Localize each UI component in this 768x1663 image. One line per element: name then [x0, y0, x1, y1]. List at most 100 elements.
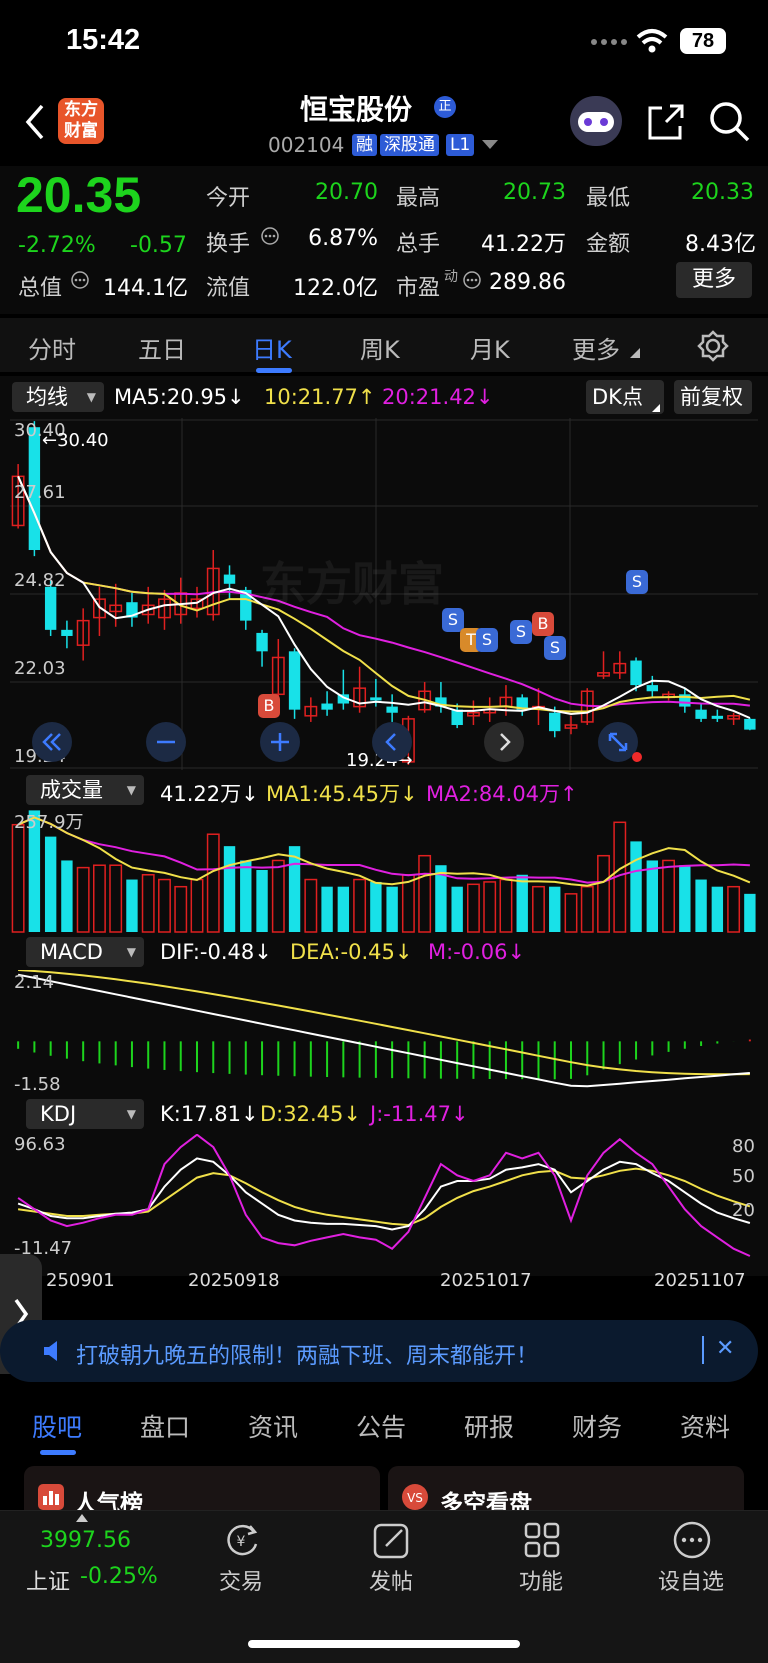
volume-bar [321, 886, 333, 932]
tab-intraday[interactable]: 分时 [28, 330, 76, 365]
stock-name: 恒宝股份 [300, 93, 413, 126]
subtab-forum[interactable]: 股吧 [32, 1408, 82, 1444]
index-value[interactable]: 3997.56 [40, 1528, 131, 1553]
more-button[interactable]: 更多 [676, 262, 752, 298]
vol-ma2-legend: MA2:84.04万↑ [426, 782, 578, 806]
ma-indicator-select[interactable]: 均线 ▼ [12, 382, 104, 412]
scroll-right-button[interactable] [484, 722, 524, 762]
subtab-finance[interactable]: 财务 [572, 1408, 622, 1444]
tab-more[interactable]: 更多 [572, 330, 620, 365]
nav-post[interactable]: 发帖 [346, 1564, 436, 1596]
banner-divider [702, 1336, 704, 1364]
nav-trade[interactable]: 交易 [196, 1564, 286, 1596]
volume-select-label: 成交量 [40, 778, 103, 802]
volume-bar [271, 859, 285, 933]
turnover-label: 换手 [206, 232, 251, 257]
banner-close-button[interactable]: ✕ [716, 1336, 734, 1361]
settings-gear-icon[interactable] [697, 330, 729, 362]
candle-body [630, 660, 642, 686]
badge-icon: 正 [434, 96, 456, 118]
zoom-out-button[interactable] [146, 722, 186, 762]
candle-body [288, 651, 301, 710]
nav-add-watchlist[interactable]: 设自选 [646, 1564, 736, 1596]
volume-bar [466, 883, 480, 933]
tab-daily-k[interactable]: 日K [252, 330, 292, 365]
ma20-legend: 20:21.42↓ [382, 385, 494, 409]
corner-triangle-icon [630, 348, 640, 358]
macd-chart[interactable] [10, 970, 758, 1096]
volume-indicator-select[interactable]: 成交量 ▼ [26, 775, 144, 805]
zoom-out-far-button[interactable] [32, 722, 72, 762]
tab-five-day[interactable]: 五日 [138, 330, 186, 365]
post-edit-icon[interactable] [372, 1520, 412, 1560]
high-value: 20.73 [503, 180, 566, 205]
home-indicator [248, 1640, 520, 1648]
info-icon[interactable] [260, 226, 280, 246]
volume-chart[interactable] [10, 808, 758, 934]
tab-weekly-k[interactable]: 周K [360, 330, 400, 365]
max-price-label: ←30.40 [42, 430, 109, 451]
volume-bar [158, 878, 171, 933]
banner-text[interactable]: 打破朝九晚五的限制！两融下班、周末都能开！ [76, 1338, 538, 1370]
candle-body [386, 706, 398, 713]
subtab-market[interactable]: 盘口 [140, 1408, 190, 1444]
sell-marker[interactable]: S [476, 628, 498, 652]
buy-marker[interactable]: B [532, 612, 554, 636]
kdj-chart[interactable] [10, 1134, 758, 1258]
index-name[interactable]: 上证 [26, 1564, 70, 1596]
subtab-research[interactable]: 研报 [464, 1408, 514, 1444]
amount-label: 金额 [586, 232, 631, 257]
more-options-icon[interactable] [672, 1520, 712, 1560]
sell-marker[interactable]: S [544, 636, 566, 660]
tab-monthly-k[interactable]: 月K [470, 330, 510, 365]
volume-bar [516, 874, 528, 932]
app-logo[interactable]: 东方财富 [58, 98, 104, 144]
info-icon[interactable] [462, 270, 482, 290]
current-price: 20.35 [16, 167, 142, 223]
active-subtab-indicator [40, 1450, 76, 1455]
subtab-news[interactable]: 资讯 [248, 1408, 298, 1444]
scroll-left-button[interactable] [372, 722, 412, 762]
candle-body [711, 715, 724, 719]
volume-bar [580, 885, 594, 933]
adjust-type-button[interactable]: 前复权 [674, 380, 752, 414]
chevron-right-icon [500, 733, 511, 751]
corner-triangle-icon [652, 404, 660, 412]
volume-bar [662, 859, 676, 933]
candle-body [744, 718, 756, 730]
dea-legend: DEA:-0.45↓ [290, 940, 413, 964]
wifi-icon [636, 29, 668, 53]
volume-bar [304, 878, 318, 933]
kdj-indicator-select[interactable]: KDJ ▼ [26, 1099, 144, 1129]
y-tick-3: 24.82 [14, 570, 66, 591]
y-tick-2: 27.61 [14, 482, 66, 503]
subtab-profile[interactable]: 资料 [680, 1408, 730, 1444]
nav-functions[interactable]: 功能 [496, 1564, 586, 1596]
trade-icon[interactable]: ¥ [222, 1520, 262, 1560]
volume-y-top: 257.9万 [14, 812, 84, 833]
candle-body [370, 697, 382, 701]
functions-grid-icon[interactable] [522, 1520, 562, 1560]
zoom-in-button[interactable] [260, 722, 300, 762]
dropdown-triangle-icon[interactable] [482, 140, 498, 150]
macd-indicator-select[interactable]: MACD ▼ [26, 937, 144, 967]
subtab-announcements[interactable]: 公告 [356, 1408, 406, 1444]
float-value: 122.0亿 [293, 276, 378, 301]
sell-marker[interactable]: S [626, 570, 648, 594]
high-label: 最高 [396, 186, 441, 211]
volume-bar [418, 854, 432, 933]
info-icon[interactable] [70, 270, 90, 290]
back-chevron-icon[interactable] [22, 102, 48, 142]
search-icon[interactable] [708, 100, 752, 144]
chevron-left-icon [385, 733, 396, 751]
share-icon[interactable] [646, 102, 686, 142]
sell-marker[interactable]: S [510, 620, 532, 644]
index-change[interactable]: -0.25% [80, 1564, 158, 1589]
volume-bar [597, 854, 610, 933]
buy-marker[interactable]: B [258, 694, 280, 718]
d-legend: D:32.45↓ [260, 1102, 361, 1126]
robot-assistant-icon[interactable] [570, 96, 622, 146]
volume-bar [174, 885, 188, 933]
dif-legend: DIF:-0.48↓ [160, 940, 272, 964]
candle-body [61, 629, 73, 636]
